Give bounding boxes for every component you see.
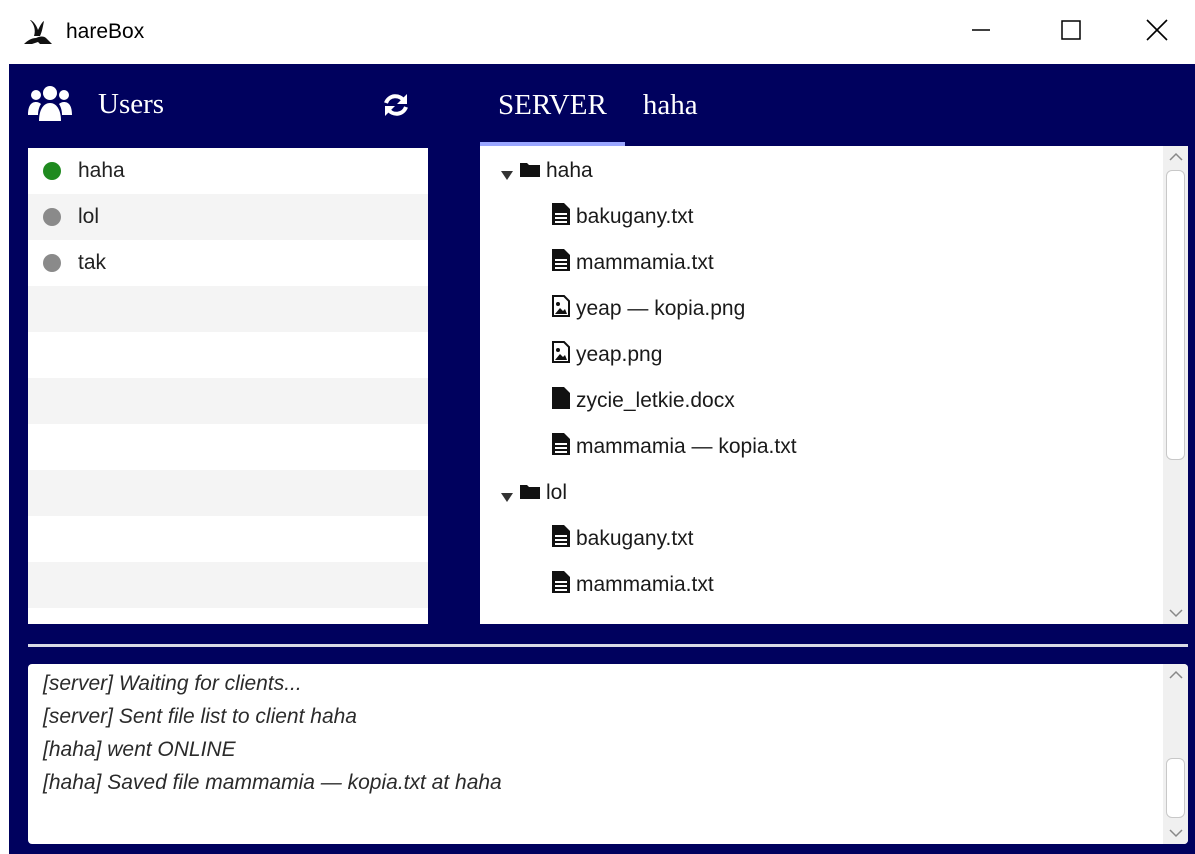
users-label: Users xyxy=(98,88,165,120)
user-name: tak xyxy=(78,251,107,274)
empty-row xyxy=(28,378,428,424)
tree-folder-lol[interactable]: lol xyxy=(500,470,567,516)
tree-scrollbar[interactable] xyxy=(1163,146,1188,624)
text-file-icon xyxy=(552,203,570,231)
scroll-up-icon[interactable] xyxy=(1163,664,1188,686)
empty-row xyxy=(28,470,428,516)
tree-label: zycie_letkie.docx xyxy=(576,389,735,412)
tree-file[interactable]: mammamia.txt xyxy=(552,240,714,286)
tree-label: haha xyxy=(546,159,593,182)
tree-label: bakugany.txt xyxy=(576,527,694,550)
minimize-button[interactable] xyxy=(936,0,1026,64)
tree-label: mammamia — kopia.txt xyxy=(576,435,797,458)
app-title: hareBox xyxy=(66,20,145,43)
caret-down-icon[interactable] xyxy=(500,486,514,502)
log-line: [haha] went ONLINE xyxy=(43,738,236,761)
tree-label: yeap — kopia.png xyxy=(576,297,746,320)
tree-label: bakugany.txt xyxy=(576,205,694,228)
title-bar: hareBox xyxy=(0,0,1195,64)
folder-icon xyxy=(520,481,540,505)
user-item-tak[interactable]: tak xyxy=(28,240,428,286)
folder-icon xyxy=(520,159,540,183)
text-file-icon xyxy=(552,571,570,599)
empty-row xyxy=(28,608,428,624)
tree-file[interactable]: bakugany.txt xyxy=(552,516,694,562)
empty-row xyxy=(28,424,428,470)
text-file-icon xyxy=(552,249,570,277)
offline-status-icon xyxy=(43,208,61,226)
tree-label: lol xyxy=(546,481,568,504)
image-file-icon xyxy=(552,341,570,369)
empty-row xyxy=(28,332,428,378)
scroll-thumb[interactable] xyxy=(1166,170,1185,460)
tree-label: mammamia.txt xyxy=(576,251,714,274)
tree-file[interactable]: mammamia — kopia.txt xyxy=(552,424,797,470)
tree-file[interactable]: zycie_letkie.docx xyxy=(552,378,735,424)
text-file-icon xyxy=(552,433,570,461)
log-scrollbar[interactable] xyxy=(1163,664,1188,844)
log-line: [server] Waiting for clients... xyxy=(43,672,302,695)
tree-label: mammamia.txt xyxy=(576,573,714,596)
users-header: Users xyxy=(9,64,479,146)
tab-bar: SERVER haha xyxy=(480,64,716,146)
minimize-icon xyxy=(971,20,991,45)
tree-file[interactable]: mammamia.txt xyxy=(552,562,714,608)
user-item-haha[interactable]: haha xyxy=(28,148,428,194)
tree-label: yeap.png xyxy=(576,343,663,366)
tab-haha[interactable]: haha xyxy=(625,64,716,146)
scroll-down-icon[interactable] xyxy=(1163,822,1188,844)
empty-row xyxy=(28,562,428,608)
scroll-up-icon[interactable] xyxy=(1163,146,1188,168)
caret-down-icon[interactable] xyxy=(500,164,514,180)
empty-row xyxy=(28,516,428,562)
file-icon xyxy=(552,387,570,415)
scroll-thumb[interactable] xyxy=(1166,758,1185,818)
users-list[interactable]: haha lol tak xyxy=(28,148,428,624)
user-item-lol[interactable]: lol xyxy=(28,194,428,240)
log-panel[interactable]: [server] Waiting for clients... [server]… xyxy=(28,664,1188,844)
file-tree[interactable]: haha bakugany.txt mammamia.txt yeap — ko… xyxy=(480,146,1188,624)
empty-row xyxy=(28,286,428,332)
maximize-button[interactable] xyxy=(1026,0,1116,64)
log-line: [haha] Saved file mammamia — kopia.txt a… xyxy=(43,771,502,794)
scroll-down-icon[interactable] xyxy=(1163,602,1188,624)
panel-splitter[interactable] xyxy=(28,644,1188,647)
text-file-icon xyxy=(552,525,570,553)
users-icon xyxy=(27,83,73,128)
log-line: [server] Sent file list to client haha xyxy=(43,705,357,728)
tab-server[interactable]: SERVER xyxy=(480,64,625,146)
tree-file[interactable]: yeap — kopia.png xyxy=(552,286,745,332)
tree-file[interactable]: bakugany.txt xyxy=(552,194,694,240)
close-icon xyxy=(1146,18,1168,46)
tree-folder-haha[interactable]: haha xyxy=(500,148,593,194)
tree-file[interactable]: yeap.png xyxy=(552,332,662,378)
close-button[interactable] xyxy=(1112,0,1195,64)
online-status-icon xyxy=(43,162,61,180)
refresh-icon[interactable] xyxy=(382,91,410,124)
user-name: lol xyxy=(78,205,100,228)
offline-status-icon xyxy=(43,254,61,272)
user-name: haha xyxy=(78,159,125,182)
maximize-icon xyxy=(1061,19,1081,45)
image-file-icon xyxy=(552,295,570,323)
hare-icon xyxy=(20,14,56,50)
